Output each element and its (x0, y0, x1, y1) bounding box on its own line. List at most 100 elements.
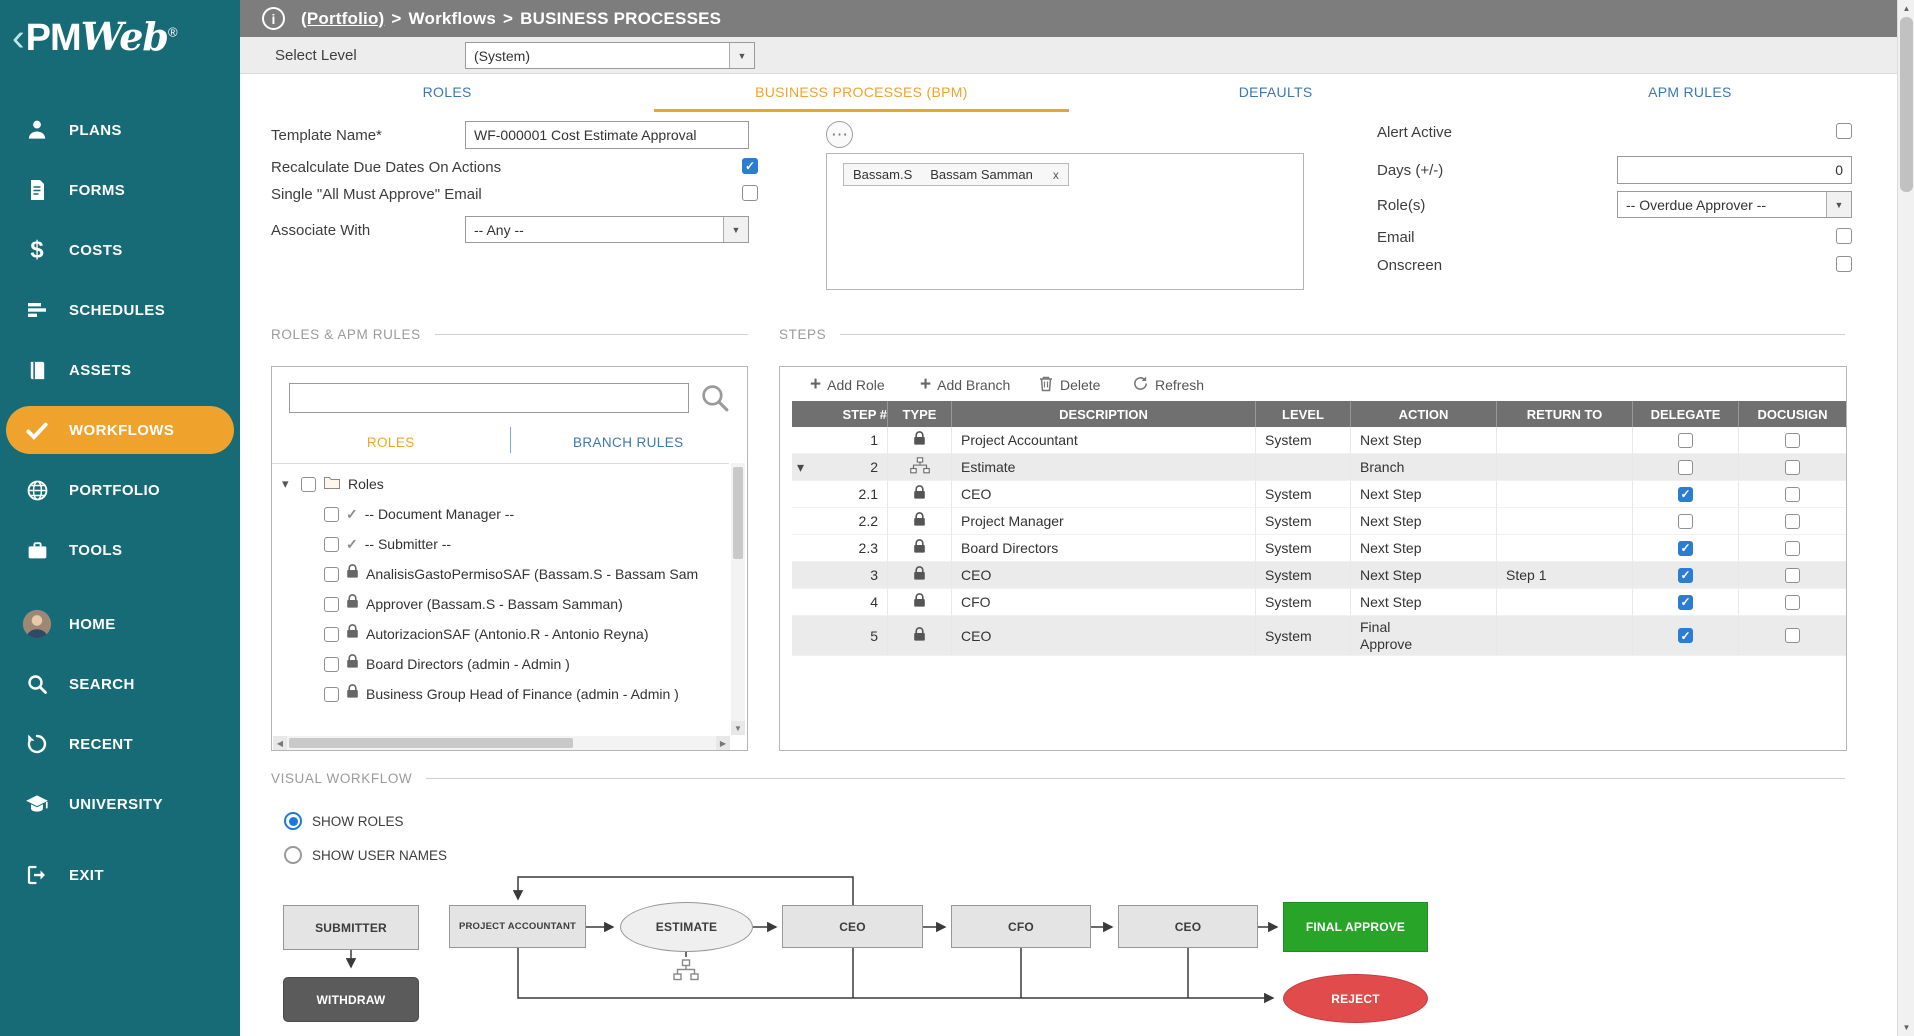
recalc-checkbox[interactable] (742, 158, 758, 174)
tab-defaults[interactable]: DEFAULTS (1069, 74, 1483, 112)
pmweb-logo[interactable]: ‹PMWeb® (12, 14, 177, 60)
tab-apm-rules[interactable]: APM RULES (1483, 74, 1897, 112)
single-email-checkbox[interactable] (742, 185, 758, 201)
scroll-right-icon[interactable]: ▶ (716, 736, 730, 750)
workflow-node-reject[interactable]: REJECT (1283, 974, 1428, 1023)
assignee-chip[interactable]: Bassam.S Bassam Samman x (843, 163, 1069, 186)
page-scroll-thumb[interactable] (1900, 17, 1913, 192)
chevron-down-icon[interactable]: ▼ (1826, 192, 1851, 217)
tree-collapse-icon[interactable]: ▾ (282, 476, 294, 492)
docusign-checkbox[interactable] (1785, 487, 1800, 502)
scroll-down-icon[interactable]: ▼ (731, 721, 745, 735)
page-scrollbar[interactable]: ▲ ▼ (1897, 0, 1914, 1036)
show-user-names-radio[interactable] (284, 846, 302, 864)
tree-checkbox[interactable] (324, 507, 339, 522)
tree-vscroll-thumb[interactable] (733, 467, 743, 559)
refresh-button[interactable]: Refresh (1132, 375, 1204, 395)
days-input[interactable]: 0 (1617, 156, 1852, 184)
tree-vertical-scrollbar[interactable]: ▼ (731, 463, 745, 735)
tree-hscroll-thumb[interactable] (289, 738, 573, 748)
sidebar-item-costs[interactable]: $ COSTS (0, 223, 240, 277)
docusign-checkbox[interactable] (1785, 433, 1800, 448)
delegate-checkbox[interactable] (1678, 460, 1693, 475)
step-row-2-2[interactable]: 2.2 Project Manager System Next Step (792, 508, 1846, 535)
docusign-checkbox[interactable] (1785, 460, 1800, 475)
alert-active-checkbox[interactable] (1836, 123, 1852, 139)
delegate-checkbox[interactable] (1678, 628, 1693, 643)
delegate-checkbox[interactable] (1678, 433, 1693, 448)
collapse-branch-icon[interactable]: ▾ (797, 459, 804, 476)
sidebar-item-plans[interactable]: PLANS (0, 103, 240, 157)
tree-checkbox[interactable] (324, 537, 339, 552)
docusign-checkbox[interactable] (1785, 628, 1800, 643)
tree-item[interactable]: AnalisisGastoPermisoSAF (Bassam.S - Bass… (272, 560, 729, 588)
workflow-node-final-approve[interactable]: FINAL APPROVE (1283, 902, 1428, 952)
docusign-checkbox[interactable] (1785, 568, 1800, 583)
step-row-2[interactable]: ▾2 Estimate Branch (792, 454, 1846, 481)
roles-subtab[interactable]: ROLES (272, 425, 510, 459)
scroll-left-icon[interactable]: ◀ (273, 736, 287, 750)
step-row-3[interactable]: 3 CEO System Next Step Step 1 (792, 562, 1846, 589)
workflow-node-ceo-1[interactable]: CEO (782, 905, 923, 948)
tree-item[interactable]: ✓ -- Submitter -- (272, 530, 729, 558)
roles-search-icon[interactable] (699, 382, 730, 418)
step-row-1[interactable]: 1 Project Accountant System Next Step (792, 427, 1846, 454)
step-row-4[interactable]: 4 CFO System Next Step (792, 589, 1846, 616)
tab-business-processes[interactable]: BUSINESS PROCESSES (BPM) (654, 74, 1068, 112)
sidebar-item-portfolio[interactable]: PORTFOLIO (0, 463, 240, 517)
scroll-up-icon[interactable]: ▲ (1898, 0, 1914, 17)
select-level-dropdown[interactable]: (System) ▼ (465, 42, 755, 69)
tree-item[interactable]: Board Directors (admin - Admin ) (272, 650, 729, 678)
add-branch-button[interactable]: + Add Branch (920, 375, 1010, 394)
workflow-node-withdraw[interactable]: WITHDRAW (283, 977, 419, 1022)
sidebar-item-assets[interactable]: ASSETS (0, 343, 240, 397)
tree-checkbox[interactable] (324, 687, 339, 702)
chevron-down-icon[interactable]: ▼ (723, 217, 748, 242)
delegate-checkbox[interactable] (1678, 595, 1693, 610)
tree-item[interactable]: ✓ -- Document Manager -- (272, 500, 729, 528)
branch-rules-subtab[interactable]: BRANCH RULES (510, 425, 748, 459)
delegate-checkbox[interactable] (1678, 514, 1693, 529)
workflow-node-submitter[interactable]: SUBMITTER (283, 905, 419, 950)
roles-search-input[interactable] (289, 383, 689, 413)
tree-horizontal-scrollbar[interactable]: ◀ ▶ (273, 736, 730, 750)
delegate-checkbox[interactable] (1678, 487, 1693, 502)
sidebar-item-recent[interactable]: RECENT (0, 717, 240, 771)
sidebar-item-workflows[interactable]: WORKFLOWS (6, 406, 234, 454)
workflow-node-project-accountant[interactable]: PROJECT ACCOUNTANT (449, 905, 586, 948)
tree-checkbox[interactable] (324, 657, 339, 672)
sidebar-item-search[interactable]: SEARCH (0, 657, 240, 711)
tree-checkbox[interactable] (324, 597, 339, 612)
chevron-down-icon[interactable]: ▼ (729, 43, 754, 68)
sidebar-item-university[interactable]: UNIVERSITY (0, 777, 240, 831)
sidebar-item-home[interactable]: HOME (0, 597, 240, 651)
tab-roles[interactable]: ROLES (240, 74, 654, 112)
info-icon[interactable]: i (262, 7, 285, 30)
tree-item-roles-folder[interactable]: ▾ Roles (272, 470, 729, 498)
sidebar-item-tools[interactable]: TOOLS (0, 523, 240, 577)
docusign-checkbox[interactable] (1785, 595, 1800, 610)
delete-button[interactable]: Delete (1038, 375, 1100, 395)
add-role-button[interactable]: + Add Role (810, 375, 885, 394)
template-name-input[interactable]: WF-000001 Cost Estimate Approval (465, 121, 749, 149)
chip-remove-icon[interactable]: x (1053, 168, 1059, 182)
tree-checkbox[interactable] (301, 477, 316, 492)
tree-checkbox[interactable] (324, 567, 339, 582)
tree-checkbox[interactable] (324, 627, 339, 642)
show-roles-radio[interactable] (284, 812, 302, 830)
workflow-node-cfo[interactable]: CFO (951, 905, 1091, 948)
email-checkbox[interactable] (1836, 228, 1852, 244)
workflow-node-estimate[interactable]: ESTIMATE (620, 902, 753, 952)
delegate-checkbox[interactable] (1678, 541, 1693, 556)
scroll-down-icon[interactable]: ▼ (1898, 1019, 1914, 1036)
delegate-checkbox[interactable] (1678, 568, 1693, 583)
step-row-2-3[interactable]: 2.3 Board Directors System Next Step (792, 535, 1846, 562)
associate-with-dropdown[interactable]: -- Any -- ▼ (465, 216, 749, 243)
sidebar-item-exit[interactable]: EXIT (0, 848, 240, 902)
step-row-2-1[interactable]: 2.1 CEO System Next Step (792, 481, 1846, 508)
sidebar-item-forms[interactable]: FORMS (0, 163, 240, 217)
docusign-checkbox[interactable] (1785, 514, 1800, 529)
tree-item[interactable]: AutorizacionSAF (Antonio.R - Antonio Rey… (272, 620, 729, 648)
sidebar-item-schedules[interactable]: SCHEDULES (0, 283, 240, 337)
roles-dropdown[interactable]: -- Overdue Approver -- ▼ (1617, 191, 1852, 218)
